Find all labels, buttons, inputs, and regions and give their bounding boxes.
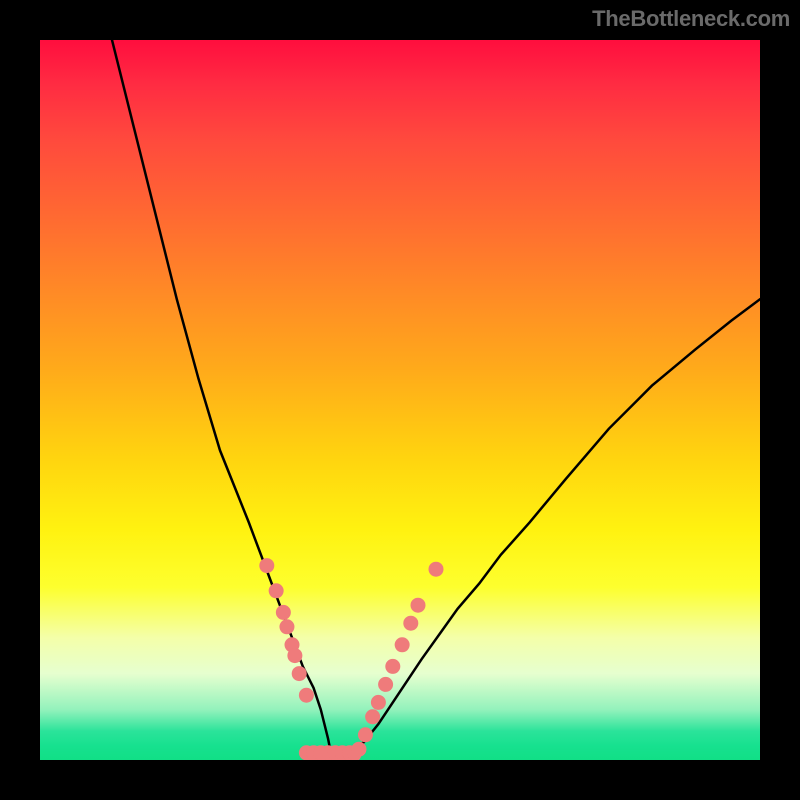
scatter-dot [411,598,426,613]
scatter-dot [279,619,294,634]
scatter-dot [351,742,366,757]
scatter-dot [259,558,274,573]
scatter-dot [269,583,284,598]
scatter-dot [292,666,307,681]
chart-svg [40,40,760,760]
scatter-dot [365,709,380,724]
series-right-curve [335,299,760,760]
scatter-dot [276,605,291,620]
scatter-dot [371,695,386,710]
scatter-dot [358,727,373,742]
scatter-dot [287,648,302,663]
series-left-curve [112,40,335,760]
scatter-dot [395,637,410,652]
scatter-dot [299,688,314,703]
watermark-text: TheBottleneck.com [592,6,790,32]
scatter-dot [429,562,444,577]
scatter-dot [385,659,400,674]
plot-area [40,40,760,760]
scatter-dot [378,677,393,692]
scatter-dot [403,616,418,631]
